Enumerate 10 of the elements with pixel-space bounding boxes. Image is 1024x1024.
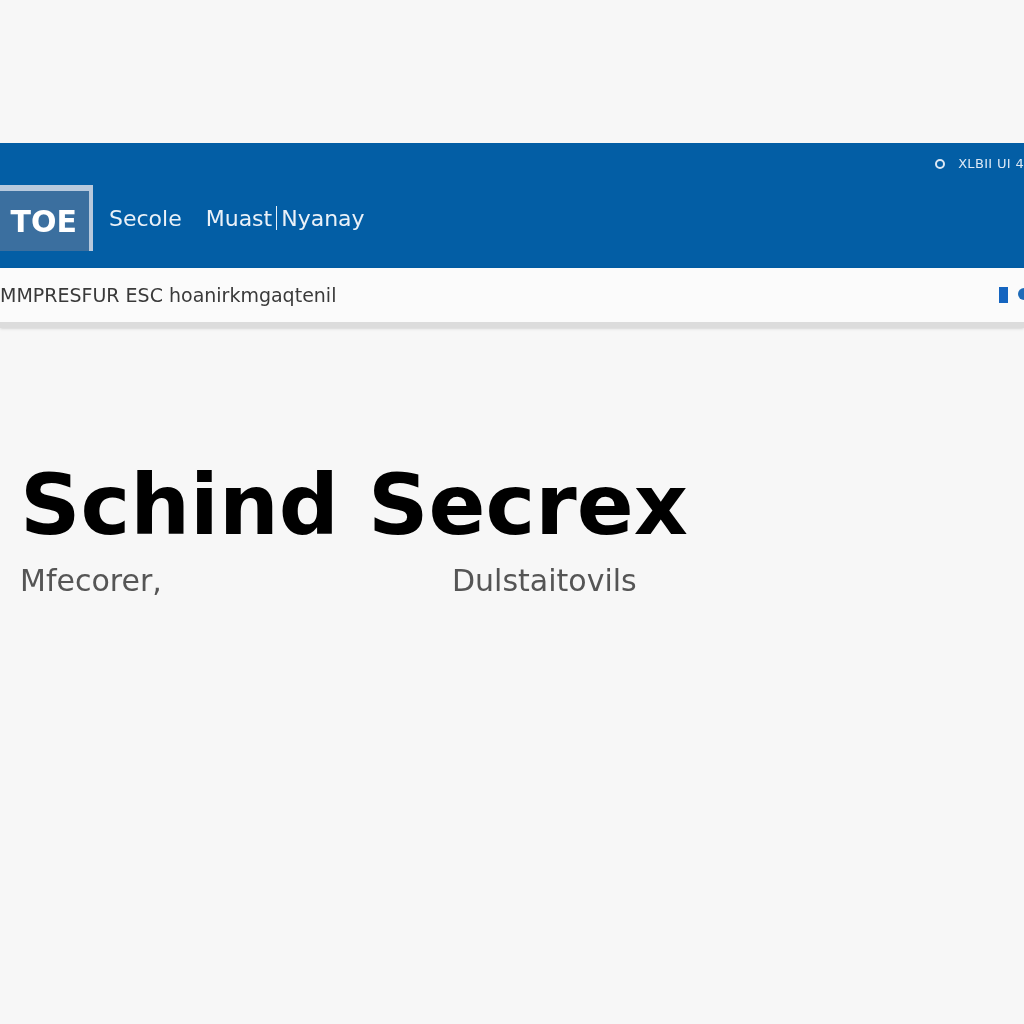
nav-link[interactable]: Secole xyxy=(109,201,182,235)
nav-link[interactable]: Muast xyxy=(205,201,273,235)
nav-divider xyxy=(276,206,278,230)
subtitle: Dulstaitovils xyxy=(452,562,637,600)
breadcrumb-text: MMPRESFUR ESC hoanirkmgaqtenil xyxy=(0,282,337,308)
nav-link[interactable]: Nyanay xyxy=(281,201,365,235)
logo[interactable]: TOE xyxy=(0,185,93,251)
top-link[interactable]: XLBII UI 4 xyxy=(958,154,1024,174)
subtitle: Mfecorer, xyxy=(20,562,163,600)
page-title: Schind Secrex xyxy=(20,460,689,550)
